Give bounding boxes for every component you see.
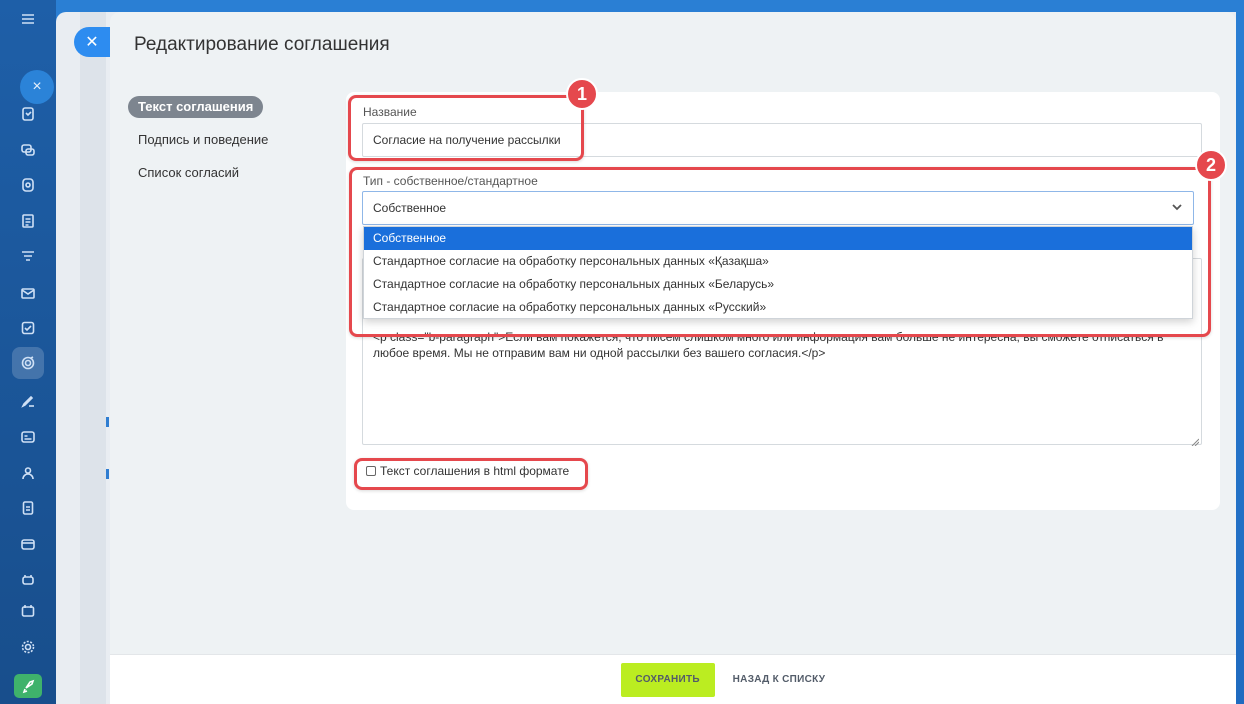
highlight-html-checkbox (354, 458, 588, 490)
highlight-type-field (349, 167, 1211, 337)
edit-agreement-panel: Редактирование соглашения Текст соглашен… (110, 12, 1236, 704)
annotation-badge-1: 1 (566, 78, 598, 110)
document-icon[interactable] (17, 210, 39, 232)
side-menu: Текст соглашения Подпись и поведение Спи… (128, 96, 278, 195)
menu-icon[interactable] (17, 8, 39, 30)
back-to-list-link[interactable]: НАЗАД К СПИСКУ (733, 674, 826, 685)
drive-icon[interactable] (17, 174, 39, 196)
agreement-text-line: любое время. Мы не отправим вам ни одной… (373, 346, 826, 360)
highlight-name-field (348, 95, 584, 161)
sign-icon[interactable] (17, 390, 39, 412)
resize-handle-icon[interactable] (1191, 434, 1200, 447)
rocket-icon[interactable] (14, 674, 42, 698)
robot-icon[interactable] (17, 568, 39, 590)
calendar-icon[interactable] (17, 600, 39, 622)
mail-icon[interactable] (17, 282, 39, 304)
funnel-icon[interactable] (17, 246, 39, 268)
close-slider-button[interactable]: ✕ (74, 27, 110, 57)
background-column (80, 12, 106, 704)
menu-item-signature-behavior[interactable]: Подпись и поведение (128, 129, 278, 151)
wallet-icon[interactable] (17, 533, 39, 555)
background-marker (106, 417, 109, 427)
chat-icon[interactable] (17, 139, 39, 161)
checklist-icon[interactable] (17, 317, 39, 339)
menu-item-consent-list[interactable]: Список согласий (128, 162, 278, 184)
menu-item-agreement-text[interactable]: Текст соглашения (128, 96, 264, 118)
annotation-badge-2: 2 (1195, 149, 1227, 181)
close-icon[interactable]: × (20, 70, 54, 104)
card-icon[interactable] (17, 426, 39, 448)
app-sidebar: × (0, 0, 56, 704)
marketing-icon[interactable] (12, 347, 44, 379)
page-title: Редактирование соглашения (134, 34, 390, 55)
settings-icon[interactable] (17, 636, 39, 658)
users-icon[interactable] (17, 462, 39, 484)
close-icon: ✕ (85, 34, 99, 51)
save-button[interactable]: СОХРАНИТЬ (620, 662, 715, 697)
footer-bar: СОХРАНИТЬ НАЗАД К СПИСКУ (110, 654, 1236, 704)
background-marker (106, 469, 109, 479)
file-icon[interactable] (17, 497, 39, 519)
tasks-icon[interactable] (17, 103, 39, 125)
